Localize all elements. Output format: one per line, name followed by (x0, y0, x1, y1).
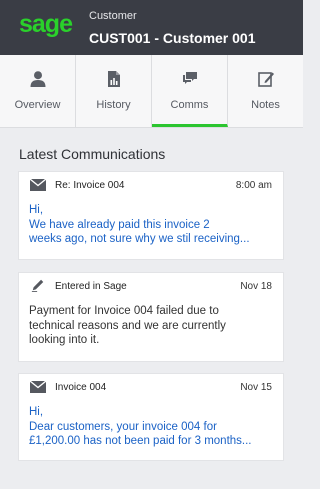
card-preview: Payment for Invoice 004 failed due to te… (29, 304, 269, 348)
section-title: Latest Communications (19, 146, 166, 162)
person-icon (30, 71, 45, 87)
preview-line: weeks ago, not sure why we stil receivin… (29, 233, 250, 245)
card-subject: Re: Invoice 004 (55, 180, 125, 191)
preview-line: We have already paid this invoice 2 (29, 218, 210, 231)
tab-notes[interactable]: Notes (228, 55, 303, 127)
breadcrumb: Customer (89, 10, 137, 22)
page-title: CUST001 - Customer 001 (89, 30, 256, 46)
document-chart-icon (107, 71, 120, 87)
card-subject: Entered in Sage (55, 281, 127, 292)
app-header: sage Customer CUST001 - Customer 001 (0, 0, 303, 55)
tab-label: History (96, 99, 131, 111)
comm-card[interactable]: Re: Invoice 004 8:00 am Hi, We have alre… (19, 172, 283, 259)
tab-label: Comms (170, 99, 209, 111)
preview-line: Payment for Invoice 004 failed due to (29, 305, 219, 317)
tab-history[interactable]: History (76, 55, 152, 127)
envelope-icon (30, 380, 46, 393)
edit-note-icon (257, 72, 274, 87)
preview-line: looking into it. (29, 334, 100, 346)
card-date: Nov 18 (240, 281, 272, 292)
card-subject: Invoice 004 (55, 382, 107, 393)
card-header: Re: Invoice 004 8:00 am (19, 172, 283, 194)
tab-label: Notes (251, 99, 280, 111)
card-date: Nov 15 (240, 382, 272, 393)
tab-comms[interactable]: Comms (152, 55, 228, 127)
card-header: Invoice 004 Nov 15 (19, 374, 283, 396)
chat-icon (182, 72, 197, 84)
preview-line: Dear customers, your invoice 004 for (29, 420, 217, 433)
tab-label: Overview (14, 99, 61, 111)
card-header: Entered in Sage Nov 18 (19, 273, 283, 295)
preview-line: technical reasons and we are currently (29, 319, 226, 332)
preview-line: Hi, (29, 204, 44, 216)
tab-overview[interactable]: Overview (0, 55, 76, 127)
card-preview: Hi, We have already paid this invoice 2 … (29, 203, 269, 247)
sage-logo[interactable]: sage (19, 10, 73, 39)
preview-line: £1,200.00 has not been paid for 3 months… (29, 435, 252, 447)
tab-bar: Overview History Comms Notes (0, 55, 303, 128)
card-date: 8:00 am (235, 180, 272, 191)
comm-card[interactable]: Entered in Sage Nov 18 Payment for Invoi… (19, 273, 283, 361)
comm-card[interactable]: Invoice 004 Nov 15 Hi, Dear customers, y… (19, 374, 283, 460)
preview-line: Hi, (29, 406, 44, 418)
envelope-icon (30, 178, 46, 191)
pencil-icon (31, 279, 44, 292)
card-preview: Hi, Dear customers, your invoice 004 for… (29, 405, 269, 449)
